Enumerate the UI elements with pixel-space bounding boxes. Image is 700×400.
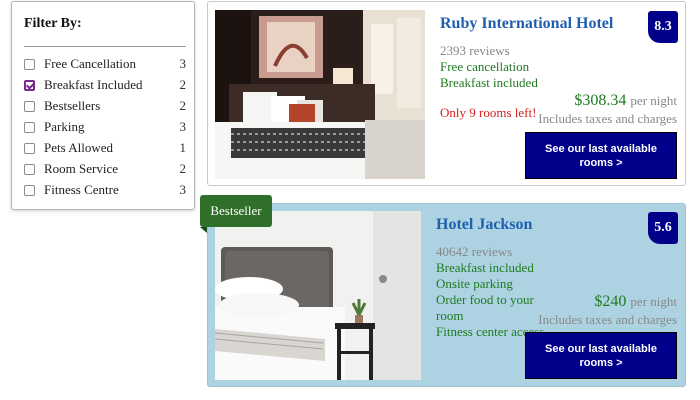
filter-option-label: Free Cancellation (44, 56, 137, 71)
filter-option-fitness-centre[interactable]: Fitness Centre 3 (24, 182, 186, 198)
feature-item: Breakfast included (436, 260, 534, 275)
bestseller-ribbon-tail (200, 227, 207, 233)
filter-option-count: 3 (179, 119, 187, 134)
feature-item: Breakfast included (440, 75, 538, 90)
checkbox[interactable] (24, 100, 35, 112)
filter-option-count: 2 (179, 98, 187, 113)
filter-title: Filter By: (24, 16, 82, 31)
review-count: 2393 reviews (440, 43, 510, 58)
price-block: $240 per night Includes taxes and charge… (538, 293, 677, 328)
filter-option-label: Bestsellers (44, 98, 101, 113)
checkbox[interactable] (24, 184, 35, 196)
review-score-badge: 5.6 (648, 212, 678, 244)
filter-option-count: 1 (179, 140, 187, 155)
checkbox[interactable] (24, 58, 35, 70)
filter-option-label: Pets Allowed (44, 140, 113, 155)
filter-option-room-service[interactable]: Room Service 2 (24, 161, 186, 177)
checkbox[interactable] (24, 142, 35, 154)
hotel-name[interactable]: Hotel Jackson (436, 216, 532, 234)
see-rooms-button[interactable]: See our last available rooms > (525, 132, 677, 179)
price: $308.34 (574, 92, 627, 109)
hotel-name[interactable]: Ruby International Hotel (440, 15, 613, 33)
filter-option-label: Fitness Centre (44, 182, 119, 197)
filter-option-count: 2 (179, 161, 187, 176)
review-count: 40642 reviews (436, 244, 513, 259)
availability-warning: Only 9 rooms left! (440, 105, 537, 120)
filter-option-label: Breakfast Included (44, 77, 143, 92)
hotel-photo[interactable] (215, 10, 425, 179)
price-block: $308.34 per night Includes taxes and cha… (538, 92, 677, 127)
filter-option-free-cancellation[interactable]: Free Cancellation 3 (24, 56, 186, 72)
feature-item: Free cancellation (440, 59, 530, 74)
filter-divider (24, 46, 186, 47)
filter-option-label: Room Service (44, 161, 119, 176)
hotel-info: 40642 reviews Breakfast included Onsite … (436, 244, 554, 340)
checkbox[interactable] (24, 163, 35, 175)
filter-panel: Filter By: Free Cancellation 3 Breakfast… (11, 1, 195, 210)
filter-option-count: 2 (179, 77, 187, 92)
review-score-badge: 8.3 (648, 11, 678, 43)
checkbox[interactable] (24, 121, 35, 133)
filter-option-count: 3 (179, 182, 187, 197)
filter-option-count: 3 (179, 56, 187, 71)
filter-option-label: Parking (44, 119, 85, 134)
feature-item: Order food to your room (436, 292, 534, 323)
filter-option-breakfast-included[interactable]: Breakfast Included 2 (24, 77, 186, 93)
hotel-photo[interactable] (215, 211, 421, 380)
checkbox-checked[interactable] (24, 79, 35, 91)
taxes-note: Includes taxes and charges (538, 312, 677, 327)
feature-item: Onsite parking (436, 276, 513, 291)
taxes-note: Includes taxes and charges (538, 111, 677, 126)
see-rooms-button[interactable]: See our last available rooms > (525, 332, 677, 379)
filter-option-parking[interactable]: Parking 3 (24, 119, 186, 135)
price: $240 (594, 293, 627, 310)
bestseller-badge: Bestseller (200, 195, 272, 227)
filter-option-bestsellers[interactable]: Bestsellers 2 (24, 98, 186, 114)
per-night-label: per night (630, 93, 677, 108)
hotel-info: 2393 reviews Free cancellation Breakfast… (440, 43, 550, 121)
per-night-label: per night (630, 294, 677, 309)
hotel-card: Ruby International Hotel 8.3 2393 review… (207, 1, 686, 186)
filter-option-pets-allowed[interactable]: Pets Allowed 1 (24, 140, 186, 156)
hotel-card-highlighted: Hotel Jackson 5.6 40642 reviews Breakfas… (207, 203, 686, 387)
